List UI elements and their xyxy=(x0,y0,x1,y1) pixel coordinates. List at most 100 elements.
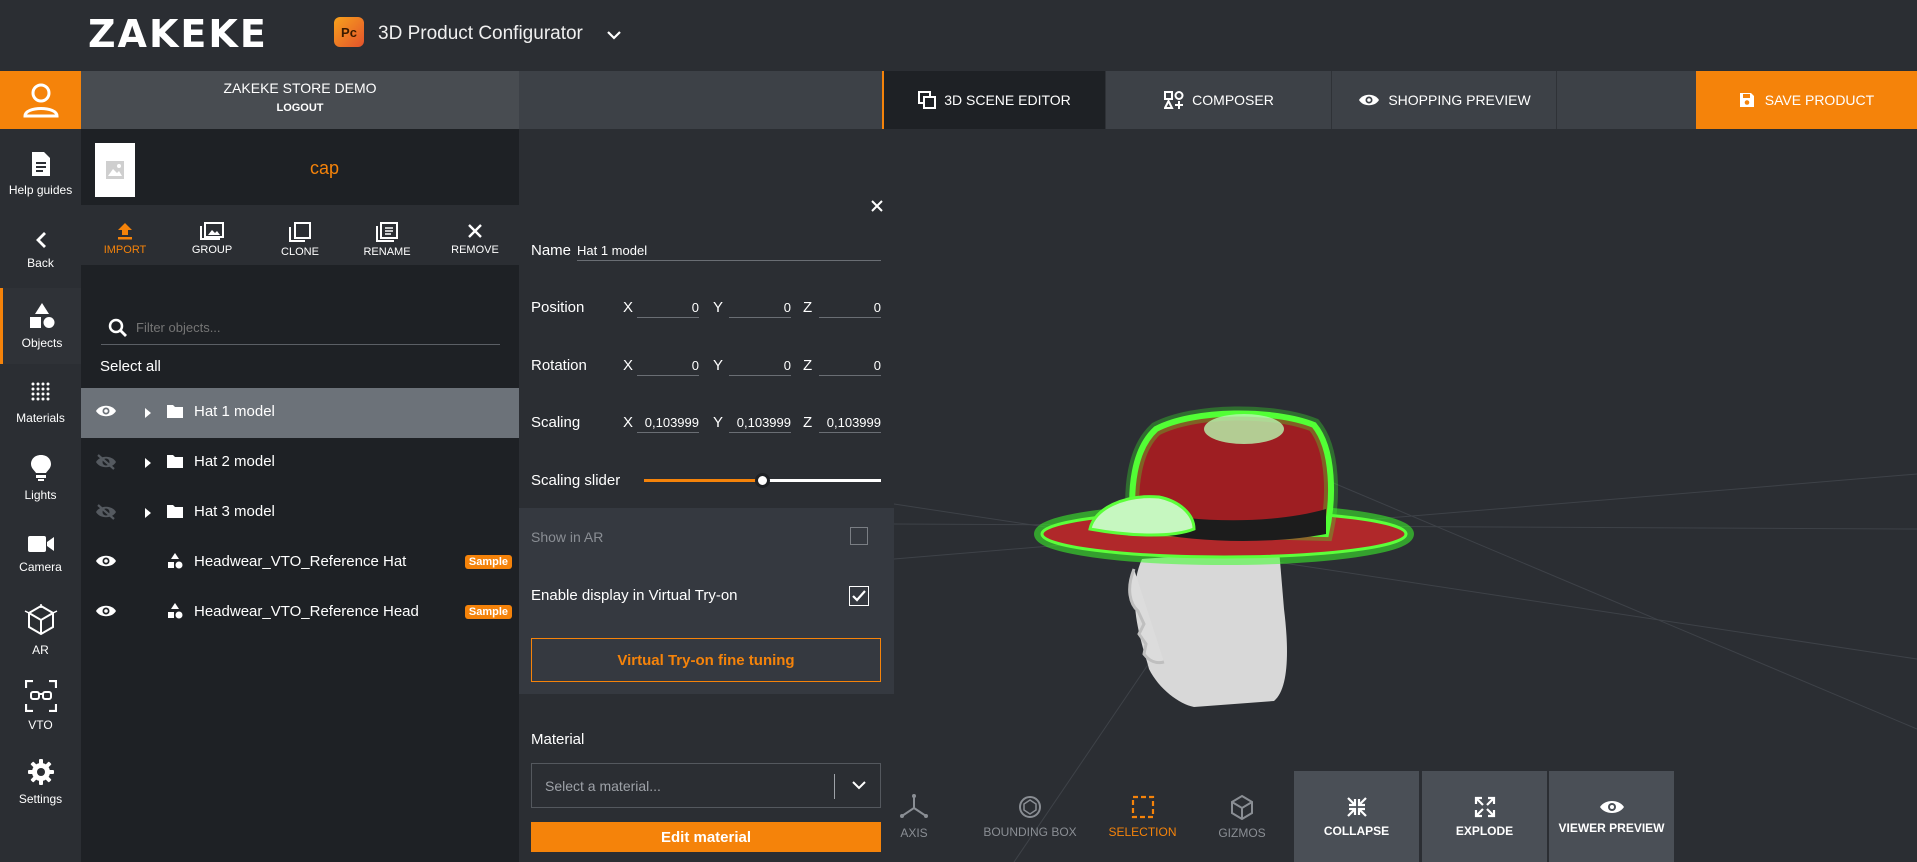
sample-badge: Sample xyxy=(464,605,512,619)
show-in-ar-label: Show in AR xyxy=(531,529,604,545)
selection-button[interactable]: SELECTION xyxy=(1100,771,1185,862)
axis-y-label: Y xyxy=(713,414,724,431)
sidebar-label: Help guides xyxy=(8,183,73,197)
rename-button[interactable]: RENAME xyxy=(347,222,427,258)
rotation-label: Rotation xyxy=(531,357,587,374)
position-z-input[interactable] xyxy=(819,298,881,318)
save-product-button[interactable]: SAVE PRODUCT xyxy=(1696,71,1917,129)
chevron-down-icon[interactable] xyxy=(604,25,624,45)
caret-right-icon[interactable] xyxy=(144,407,152,419)
sidebar-item-camera[interactable]: Camera xyxy=(0,516,81,592)
selection-icon xyxy=(1131,795,1154,818)
scaling-slider-label: Scaling slider xyxy=(531,472,621,489)
eye-slash-icon[interactable] xyxy=(95,504,117,520)
scaling-slider-handle[interactable] xyxy=(754,473,770,488)
folder-icon xyxy=(167,505,183,518)
close-panel-button[interactable] xyxy=(870,196,884,219)
list-item-label: Hat 2 model xyxy=(194,453,275,470)
enable-vto-checkbox[interactable] xyxy=(849,586,869,606)
eye-slash-icon[interactable] xyxy=(95,454,117,470)
axis-x-label: X xyxy=(623,414,634,431)
select-all-link[interactable]: Select all xyxy=(100,358,161,375)
list-item[interactable]: Hat 3 model xyxy=(81,488,519,538)
remove-button[interactable]: REMOVE xyxy=(435,222,515,256)
scaling-y-input[interactable] xyxy=(729,413,791,433)
bounding-box-icon xyxy=(1019,795,1041,818)
name-label: Name xyxy=(531,242,572,259)
import-button[interactable]: IMPORT xyxy=(85,222,165,256)
gizmos-button[interactable]: GIZMOS xyxy=(1200,771,1284,862)
reference-head xyxy=(1128,549,1287,707)
app-title[interactable]: 3D Product Configurator xyxy=(378,23,583,45)
list-item[interactable]: Headwear_VTO_Reference Head Sample xyxy=(81,588,519,638)
tab-composer[interactable]: COMPOSER xyxy=(1107,71,1332,129)
explode-button[interactable]: EXPLODE xyxy=(1422,771,1547,862)
zakeke-logo[interactable]: ZAKEKE xyxy=(88,12,268,56)
material-label: Material xyxy=(531,731,585,748)
floppy-disk-icon xyxy=(1739,93,1754,107)
clone-icon xyxy=(289,222,311,242)
selected-hat-model xyxy=(1034,406,1414,565)
caret-right-icon[interactable] xyxy=(144,457,152,469)
sidebar-item-materials[interactable]: Materials xyxy=(0,364,81,440)
axis-button[interactable]: AXIS xyxy=(894,771,934,862)
shapes-icon xyxy=(168,603,183,619)
video-camera-icon xyxy=(27,536,54,552)
document-icon xyxy=(31,152,50,176)
sidebar-item-ar[interactable]: AR xyxy=(0,592,81,668)
scaling-slider-rest[interactable] xyxy=(762,479,881,482)
sidebar-item-back[interactable]: Back xyxy=(0,212,81,288)
scaling-x-input[interactable] xyxy=(637,413,699,433)
name-input[interactable] xyxy=(577,241,881,261)
bounding-box-button[interactable]: BOUNDING BOX xyxy=(970,771,1090,862)
rename-icon xyxy=(376,222,398,242)
list-item[interactable]: Hat 1 model xyxy=(81,388,519,438)
sidebar-label: Settings xyxy=(18,792,63,806)
bulb-icon xyxy=(30,455,51,481)
edit-material-button[interactable]: Edit material xyxy=(531,822,881,852)
vto-fine-tuning-button[interactable]: Virtual Try-on fine tuning xyxy=(531,638,881,682)
eye-icon[interactable] xyxy=(95,604,117,618)
select-separator xyxy=(834,774,835,799)
cube-icon xyxy=(24,604,57,636)
caret-right-icon[interactable] xyxy=(144,507,152,519)
list-item[interactable]: Headwear_VTO_Reference Hat Sample xyxy=(81,538,519,588)
axis-z-label: Z xyxy=(803,299,813,316)
tab-3d-scene-editor[interactable]: 3D SCENE EDITOR xyxy=(882,71,1106,129)
scaling-z-input[interactable] xyxy=(819,413,881,433)
tab-shopping-preview[interactable]: SHOPPING PREVIEW xyxy=(1333,71,1557,129)
eye-icon xyxy=(1359,94,1380,106)
list-item[interactable]: Hat 2 model xyxy=(81,438,519,488)
position-x-input[interactable] xyxy=(637,298,699,318)
rotation-x-input[interactable] xyxy=(637,356,699,376)
rotation-z-input[interactable] xyxy=(819,356,881,376)
position-label: Position xyxy=(531,299,585,316)
sidebar-item-settings[interactable]: Settings xyxy=(0,744,81,820)
eye-icon[interactable] xyxy=(95,554,117,568)
tool-label: COLLAPSE xyxy=(1323,823,1390,838)
folder-icon xyxy=(167,455,183,468)
position-y-input[interactable] xyxy=(729,298,791,318)
show-in-ar-checkbox[interactable] xyxy=(850,527,868,545)
sidebar-item-lights[interactable]: Lights xyxy=(0,440,81,516)
user-avatar[interactable] xyxy=(0,71,81,129)
viewer-preview-button[interactable]: VIEWER PREVIEW xyxy=(1549,771,1674,862)
filter-objects-input[interactable] xyxy=(136,320,496,335)
clone-button[interactable]: CLONE xyxy=(260,222,340,258)
logout-link[interactable]: LOGOUT xyxy=(81,102,519,114)
group-button[interactable]: GROUP xyxy=(172,222,252,256)
material-select[interactable]: Select a material... xyxy=(531,763,881,808)
chevron-down-icon[interactable] xyxy=(850,776,868,794)
eye-icon[interactable] xyxy=(95,404,117,418)
tool-label: SELECTION xyxy=(1108,824,1177,839)
sidebar-item-help-guides[interactable]: Help guides xyxy=(0,136,81,212)
sidebar-item-vto[interactable]: VTO xyxy=(0,668,81,744)
3d-viewport[interactable] xyxy=(894,129,1917,862)
rotation-y-input[interactable] xyxy=(729,356,791,376)
composer-icon xyxy=(1164,91,1184,109)
product-thumbnail[interactable] xyxy=(95,143,135,197)
sidebar-item-objects[interactable]: Objects xyxy=(0,288,81,364)
collapse-button[interactable]: COLLAPSE xyxy=(1294,771,1419,862)
image-placeholder-icon xyxy=(106,161,124,179)
save-label: SAVE PRODUCT xyxy=(1764,92,1875,108)
